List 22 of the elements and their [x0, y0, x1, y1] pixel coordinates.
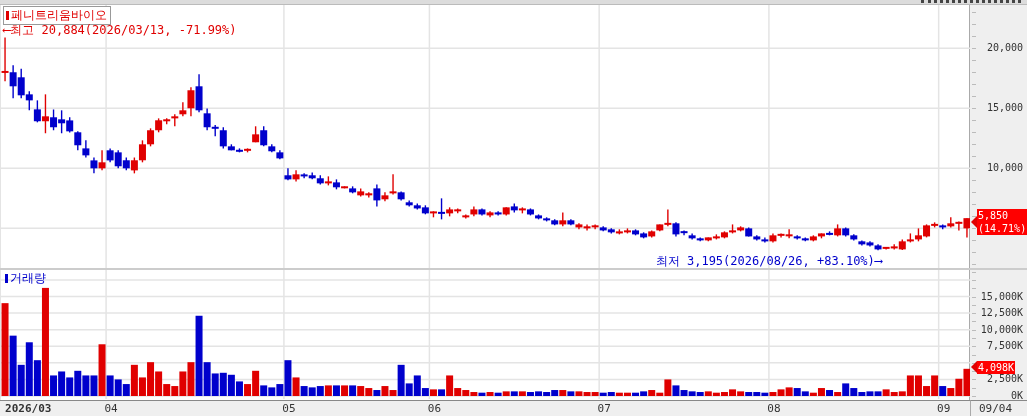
axis-label: 07 [597, 402, 611, 415]
date-label: 09/04 [979, 402, 1013, 415]
stock-name-label: 페니트리움바이오 [3, 6, 111, 25]
volume-label: 거래량 [3, 270, 49, 287]
axis-label: 09 [937, 402, 951, 415]
axis-label: 7,500K [986, 340, 1023, 353]
price-annotation: 최저 3,195(2026/08/26, +83.10%)⟶ [655, 253, 883, 271]
axis-label: 05 [282, 402, 296, 415]
axis-label: 15,000K [980, 290, 1023, 303]
axis-label: 0K [1010, 390, 1023, 402]
axis-label: 10,000 [986, 161, 1023, 176]
last-price-tag: 5,850 (14.71%) [977, 209, 1027, 236]
axis-label: 04 [104, 402, 118, 415]
axis-label: 20,000 [986, 41, 1023, 56]
last-volume-tag: 4,098K [977, 360, 1016, 374]
axis-label: 10,000K [980, 323, 1023, 336]
axis-label: 15,000 [986, 101, 1023, 116]
axis-label: 2026/03 [5, 402, 52, 415]
axis-label: 2,500K [986, 373, 1023, 386]
axis-label: 08 [767, 402, 781, 415]
axis-label: 12,500K [980, 307, 1023, 320]
axis-label: 06 [427, 402, 442, 415]
